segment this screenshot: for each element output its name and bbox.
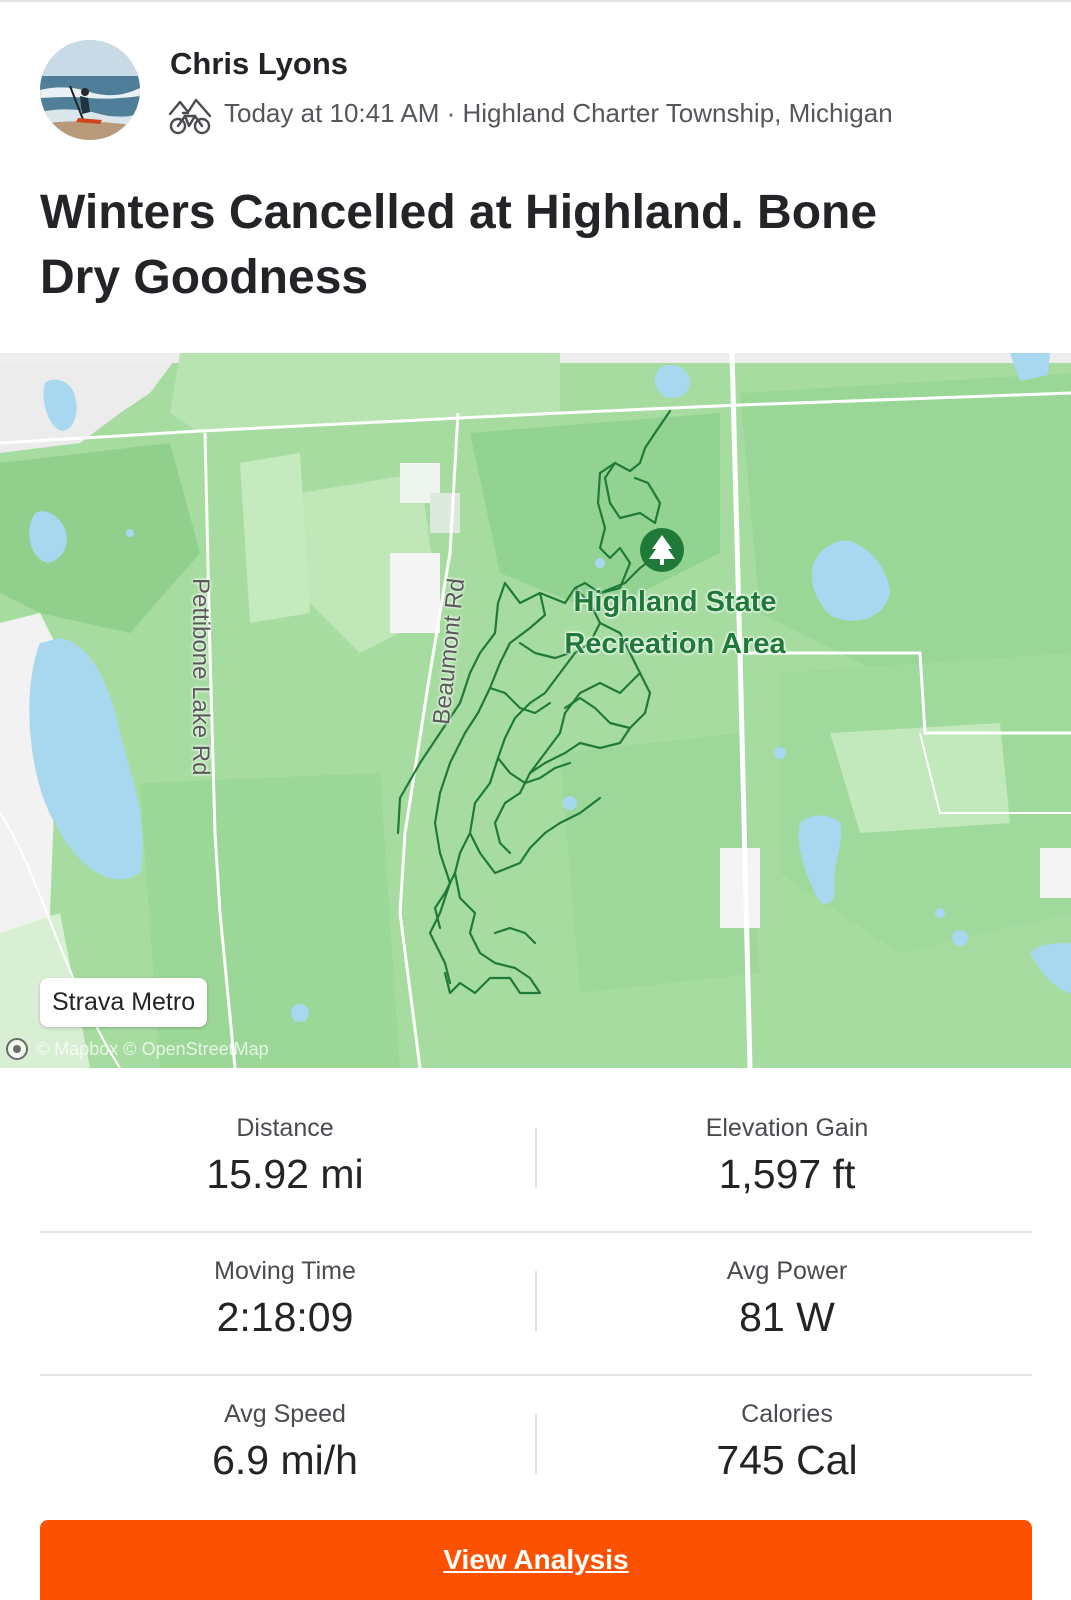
road-label-pettibone: Pettibone Lake Rd <box>187 578 214 776</box>
stat-value: 81 W <box>739 1294 835 1340</box>
activity-title[interactable]: Winters Cancelled at Highland. Bone Dry … <box>40 180 970 310</box>
stat-value: 1,597 ft <box>718 1151 856 1197</box>
stat-divider <box>535 1414 537 1474</box>
stat-calories: Calories 745 Cal <box>542 1376 1032 1484</box>
map-canvas <box>0 353 1071 1068</box>
stat-label: Calories <box>741 1400 833 1428</box>
stat-label: Avg Speed <box>224 1400 346 1428</box>
stat-row: Moving Time 2:18:09 Avg Power 81 W <box>40 1233 1032 1376</box>
stat-distance: Distance 15.92 mi <box>40 1090 530 1198</box>
athlete-name[interactable]: Chris Lyons <box>170 46 348 82</box>
stat-elevation-gain: Elevation Gain 1,597 ft <box>542 1090 1032 1198</box>
activity-stats: Distance 15.92 mi Elevation Gain 1,597 f… <box>40 1090 1032 1517</box>
bike-icon <box>168 96 212 136</box>
mapbox-logo-icon[interactable] <box>6 1038 28 1060</box>
activity-date-location: Today at 10:41 AM · Highland Charter Tow… <box>224 98 893 128</box>
stat-divider <box>535 1271 537 1331</box>
stat-avg-speed: Avg Speed 6.9 mi/h <box>40 1376 530 1484</box>
stat-value: 745 Cal <box>716 1437 858 1483</box>
stat-row: Distance 15.92 mi Elevation Gain 1,597 f… <box>40 1090 1032 1233</box>
stat-label: Elevation Gain <box>705 1114 869 1142</box>
activity-map[interactable]: Pettibone Lake Rd Beaumont Rd Highland S… <box>0 353 1071 1068</box>
stat-row: Avg Speed 6.9 mi/h Calories 745 Cal <box>40 1376 1032 1517</box>
activity-header: Chris Lyons Today at 10:41 AM · Highland… <box>40 40 1040 140</box>
stat-avg-power: Avg Power 81 W <box>542 1233 1032 1341</box>
stat-label: Avg Power <box>726 1257 848 1285</box>
attribution-text[interactable]: © Mapbox © OpenStreetMap <box>36 1039 269 1060</box>
stat-moving-time: Moving Time 2:18:09 <box>40 1233 530 1341</box>
stat-value: 2:18:09 <box>216 1294 354 1340</box>
stat-value: 6.9 mi/h <box>212 1437 358 1483</box>
park-label-line1: Highland State <box>573 586 777 618</box>
avatar[interactable] <box>40 40 140 140</box>
stat-label: Distance <box>236 1114 334 1142</box>
stat-value: 15.92 mi <box>206 1151 364 1197</box>
stat-divider <box>535 1128 537 1188</box>
stat-label: Moving Time <box>214 1257 356 1285</box>
park-label-line2: Recreation Area <box>564 628 786 660</box>
park-label: Highland State Recreation Area <box>545 581 805 665</box>
top-divider <box>0 0 1071 2</box>
view-analysis-button[interactable]: View Analysis <box>40 1520 1032 1600</box>
strava-metro-badge[interactable]: Strava Metro <box>40 978 208 1027</box>
